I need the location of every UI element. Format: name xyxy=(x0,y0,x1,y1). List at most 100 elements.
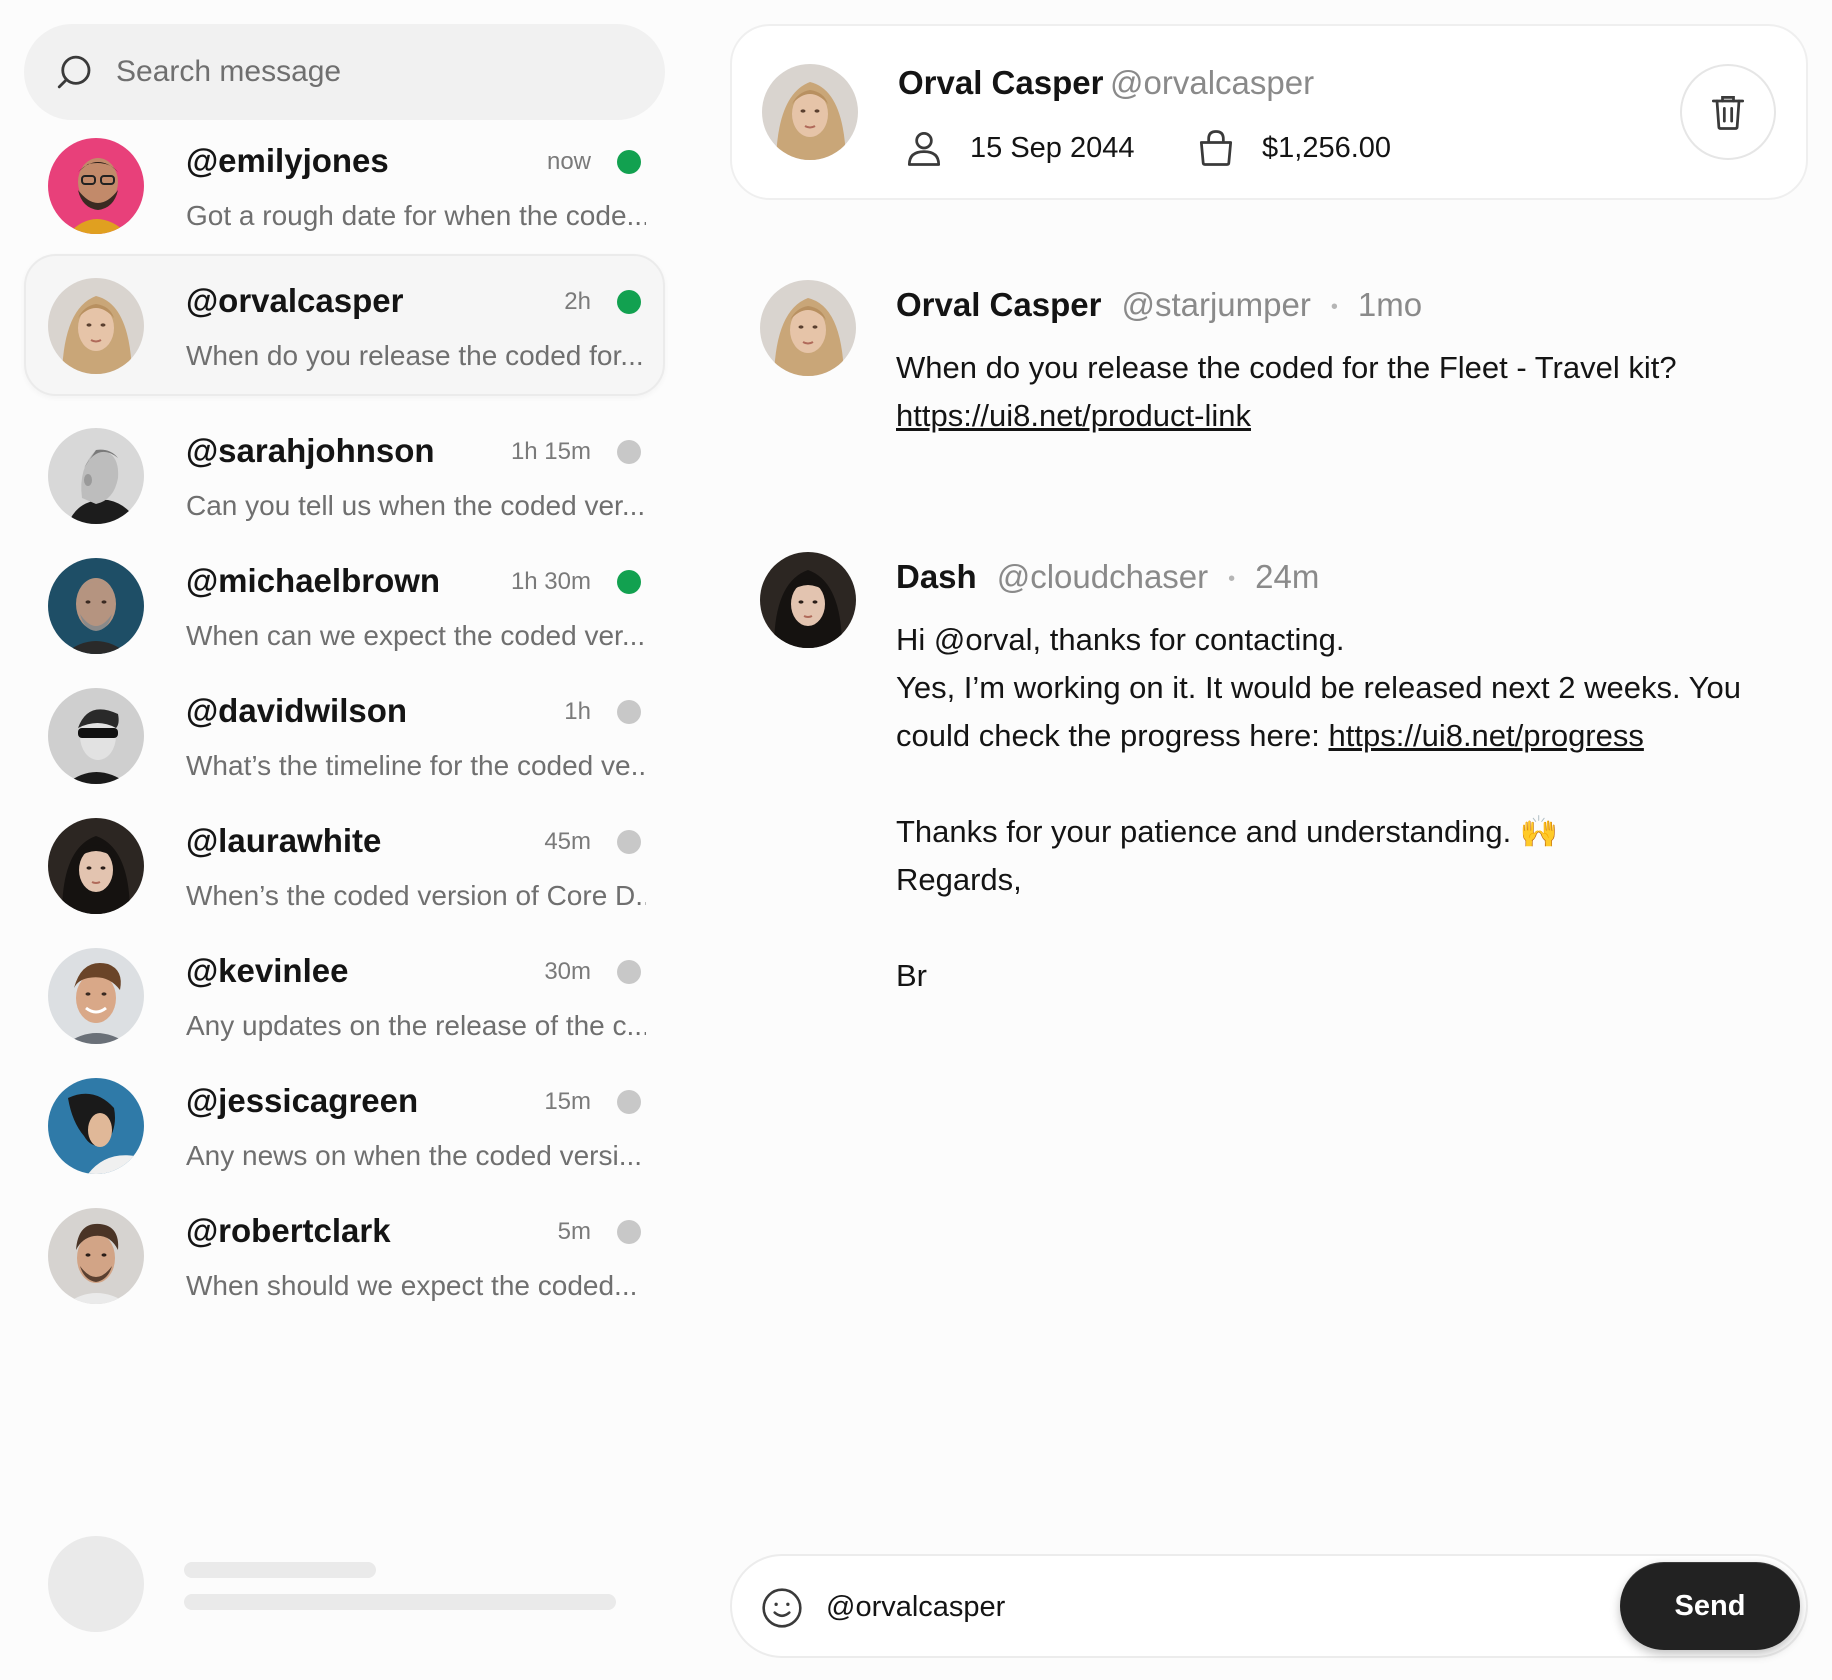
avatar xyxy=(48,138,144,234)
sender-handle: @cloudchaser xyxy=(996,558,1209,595)
user-icon xyxy=(907,131,941,166)
conversation-handle: @davidwilson xyxy=(186,692,408,729)
loading-skeleton-line xyxy=(184,1562,376,1578)
conversation-time: 1h 15m xyxy=(510,438,591,465)
message-time: 1mo xyxy=(1357,286,1423,323)
avatar xyxy=(48,688,144,784)
conversation-item-jessicagreen[interactable]: @jessicagreen 15m Any news on when the c… xyxy=(24,1054,665,1196)
avatar xyxy=(48,1208,144,1304)
conversation-item-orvalcasper[interactable]: @orvalcasper 2h When do you release the … xyxy=(24,254,665,396)
conversation-preview: What’s the timeline for the coded ve... xyxy=(186,750,646,781)
conversation-preview: Can you tell us when the coded ver... xyxy=(186,490,646,521)
conversation-item-michaelbrown[interactable]: @michaelbrown 1h 30m When can we expect … xyxy=(24,534,665,676)
avatar xyxy=(48,948,144,1044)
conversation-item-kevinlee[interactable]: @kevinlee 30m Any updates on the release… xyxy=(24,924,665,1066)
online-status-dot xyxy=(617,150,641,174)
smile-icon[interactable] xyxy=(760,1586,804,1630)
offline-status-dot xyxy=(617,960,641,984)
conversation-preview: When should we expect the coded... xyxy=(186,1270,638,1301)
conversation-preview: When’s the coded version of Core D... xyxy=(186,880,646,911)
send-button[interactable]: Send xyxy=(1620,1562,1800,1650)
online-status-dot xyxy=(617,570,641,594)
avatar xyxy=(48,278,144,374)
message-line: Thanks for your patience and understandi… xyxy=(896,814,1559,849)
conversation-preview: When do you release the coded for... xyxy=(186,340,644,371)
conversation-handle: @laurawhite xyxy=(186,822,382,859)
online-status-dot xyxy=(617,290,641,314)
message-time: 24m xyxy=(1255,558,1320,595)
conversation-handle: @sarahjohnson xyxy=(186,432,435,469)
conversation-handle: @jessicagreen xyxy=(186,1082,419,1119)
offline-status-dot xyxy=(617,1220,641,1244)
message-line: Yes, I’m working on it. It would be rele… xyxy=(896,664,1796,760)
conversation-item-sarahjohnson[interactable]: @sarahjohnson 1h 15m Can you tell us whe… xyxy=(24,404,665,546)
conversation-time: now xyxy=(546,148,591,175)
avatar xyxy=(762,64,858,160)
amount-text: $1,256.00 xyxy=(1262,131,1392,164)
conversation-sidebar: @emilyjones now Got a rough date for whe… xyxy=(0,0,690,1680)
delete-conversation-button[interactable] xyxy=(1680,64,1776,160)
contact-amount: $1,256.00 xyxy=(1194,126,1391,170)
message-body: When do you release the coded for the Fl… xyxy=(896,344,1796,440)
conversation-time: 2h xyxy=(564,288,591,315)
message-text: When do you release the coded for the Fl… xyxy=(896,350,1677,385)
conversation-preview: Any updates on the release of the c... xyxy=(186,1010,646,1041)
message-line: Hi @orval, thanks for contacting. xyxy=(896,622,1345,657)
conversation-preview: Got a rough date for when the code... xyxy=(186,200,646,231)
conversation-time: 1h xyxy=(564,698,591,725)
offline-status-dot xyxy=(617,830,641,854)
search-bar[interactable] xyxy=(24,24,665,120)
contact-date: 15 Sep 2044 xyxy=(902,126,1134,170)
conversation-item-emilyjones[interactable]: @emilyjones now Got a rough date for whe… xyxy=(24,114,665,256)
conversation-time: 45m xyxy=(544,828,591,855)
offline-status-dot xyxy=(617,700,641,724)
conversation-handle: @robertclark xyxy=(186,1212,391,1249)
conversation-item-laurawhite[interactable]: @laurawhite 45m When’s the coded version… xyxy=(24,794,665,936)
sender-name: Dash xyxy=(896,558,977,595)
conversation-preview: Any news on when the coded versi... xyxy=(186,1140,643,1171)
message-composer: Send xyxy=(730,1554,1808,1658)
conversation-time: 5m xyxy=(557,1218,591,1245)
contact-name: Orval Casper xyxy=(898,64,1104,101)
progress-link[interactable]: https://ui8.net/progress xyxy=(1329,718,1644,753)
avatar xyxy=(760,552,856,648)
message-meta: Dash @cloudchaser • 24m xyxy=(896,558,1319,596)
message-input[interactable] xyxy=(826,1582,1526,1632)
conversation-time: 1h 30m xyxy=(510,568,591,595)
sender-name: Orval Casper xyxy=(896,286,1102,323)
sender-handle: @starjumper xyxy=(1121,286,1311,323)
offline-status-dot xyxy=(617,440,641,464)
avatar xyxy=(48,428,144,524)
conversation-handle: @emilyjones xyxy=(186,142,389,179)
avatar xyxy=(760,280,856,376)
avatar xyxy=(48,1078,144,1174)
conversation-time: 30m xyxy=(544,958,591,985)
conversation-preview: When can we expect the coded ver... xyxy=(186,620,646,651)
offline-status-dot xyxy=(617,1090,641,1114)
avatar xyxy=(48,558,144,654)
bag-icon xyxy=(1199,130,1233,166)
message-meta: Orval Casper @starjumper • 1mo xyxy=(896,286,1422,324)
separator-dot: • xyxy=(1330,295,1338,318)
loading-skeleton-line xyxy=(184,1594,616,1610)
contact-handle: @orvalcasper xyxy=(1110,64,1315,101)
separator-dot: • xyxy=(1228,567,1236,590)
date-text: 15 Sep 2044 xyxy=(970,131,1135,164)
product-link[interactable]: https://ui8.net/product-link xyxy=(896,398,1251,433)
message-line: Br xyxy=(896,958,927,993)
trash-icon xyxy=(1711,95,1745,130)
conversation-item-robertclark[interactable]: @robertclark 5m When should we expect th… xyxy=(24,1184,665,1326)
conversation-handle: @michaelbrown xyxy=(186,562,441,599)
avatar xyxy=(48,818,144,914)
conversation-handle: @kevinlee xyxy=(186,952,349,989)
search-input[interactable] xyxy=(116,55,636,89)
conversation-time: 15m xyxy=(544,1088,591,1115)
loading-skeleton-avatar xyxy=(48,1536,144,1632)
contact-header-card: Orval Casper @orvalcasper 15 Sep 2044 $1… xyxy=(730,24,1808,200)
conversation-handle: @orvalcasper xyxy=(186,282,404,319)
search-icon xyxy=(57,55,91,89)
message-line: Regards, xyxy=(896,862,1022,897)
conversation-item-davidwilson[interactable]: @davidwilson 1h What’s the timeline for … xyxy=(24,664,665,806)
